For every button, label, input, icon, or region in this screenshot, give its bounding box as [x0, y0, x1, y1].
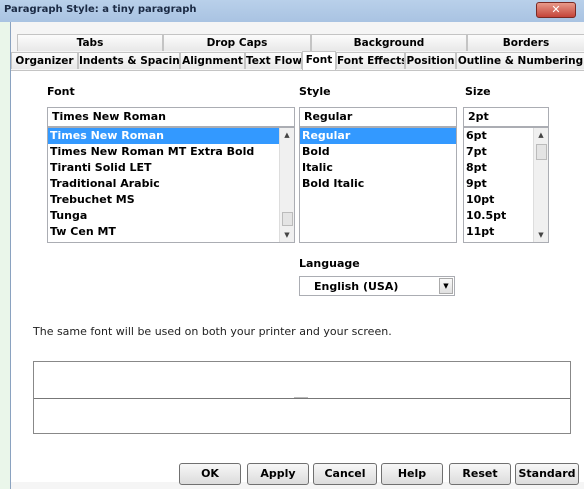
- font-list[interactable]: Times New Roman Times New Roman MT Extra…: [47, 127, 295, 243]
- scroll-thumb[interactable]: [536, 144, 547, 160]
- style-list-item[interactable]: Italic: [300, 160, 456, 176]
- scroll-down-icon[interactable]: ▼: [534, 228, 548, 242]
- style-list[interactable]: Regular Bold Italic Bold Italic: [299, 127, 457, 243]
- font-list-item[interactable]: Times New Roman MT Extra Bold: [48, 144, 294, 160]
- scroll-up-icon[interactable]: ▲: [280, 128, 294, 142]
- language-label: Language: [299, 257, 360, 270]
- style-list-item[interactable]: Regular: [300, 128, 456, 144]
- font-list-item[interactable]: Tiranti Solid LET: [48, 160, 294, 176]
- font-list-item[interactable]: Traditional Arabic: [48, 176, 294, 192]
- font-list-item[interactable]: Tunga: [48, 208, 294, 224]
- font-list-item[interactable]: Times New Roman: [48, 128, 294, 144]
- tab-outline-numbering[interactable]: Outline & Numbering: [456, 52, 584, 69]
- chevron-down-icon[interactable]: ▼: [439, 278, 453, 294]
- paragraph-style-dialog: Paragraph Style: a tiny paragraph ✕ Tabs…: [0, 0, 584, 489]
- scroll-down-icon[interactable]: ▼: [280, 228, 294, 242]
- title-bar: Paragraph Style: a tiny paragraph ✕: [0, 0, 584, 22]
- size-list[interactable]: 6pt 7pt 8pt 9pt 10pt 10.5pt 11pt ▲ ▼: [463, 127, 549, 243]
- preview-text-marker: [294, 397, 308, 398]
- tab-borders[interactable]: Borders: [467, 34, 584, 51]
- standard-button[interactable]: Standard: [515, 463, 579, 485]
- style-input[interactable]: Regular: [299, 107, 457, 127]
- style-list-item[interactable]: Bold Italic: [300, 176, 456, 192]
- preview-baseline: [34, 398, 570, 399]
- font-list-item[interactable]: Tw Cen MT: [48, 224, 294, 240]
- size-list-scrollbar[interactable]: ▲ ▼: [533, 128, 548, 242]
- size-input[interactable]: 2pt: [463, 107, 549, 127]
- tab-indents-spacing[interactable]: Indents & Spacing: [78, 52, 180, 69]
- tab-row-bottom: Organizer Indents & Spacing Alignment Te…: [11, 51, 584, 70]
- language-select[interactable]: English (USA) ▼: [299, 276, 455, 296]
- style-label: Style: [299, 85, 331, 98]
- window-title: Paragraph Style: a tiny paragraph: [4, 4, 197, 15]
- scroll-thumb[interactable]: [282, 212, 293, 226]
- tab-position[interactable]: Position: [405, 52, 456, 69]
- tab-font-effects[interactable]: Font Effects: [336, 52, 405, 69]
- apply-button[interactable]: Apply: [247, 463, 309, 485]
- tab-alignment[interactable]: Alignment: [180, 52, 245, 69]
- font-label: Font: [47, 85, 75, 98]
- tab-drop-caps[interactable]: Drop Caps: [163, 34, 311, 51]
- dialog-body: Tabs Drop Caps Background Borders Organi…: [10, 22, 584, 489]
- cancel-button[interactable]: Cancel: [313, 463, 377, 485]
- size-label: Size: [465, 85, 491, 98]
- style-list-item[interactable]: Bold: [300, 144, 456, 160]
- tab-row-top: Tabs Drop Caps Background Borders: [17, 34, 584, 51]
- font-name-input[interactable]: Times New Roman: [47, 107, 295, 127]
- font-list-item[interactable]: Trebuchet MS: [48, 192, 294, 208]
- close-button[interactable]: ✕: [536, 2, 576, 18]
- tab-organizer[interactable]: Organizer: [11, 52, 78, 69]
- font-preview: [33, 361, 571, 434]
- ok-button[interactable]: OK: [179, 463, 241, 485]
- language-value: English (USA): [314, 280, 399, 293]
- help-button[interactable]: Help: [381, 463, 443, 485]
- font-list-scrollbar[interactable]: ▲ ▼: [279, 128, 294, 242]
- tab-text-flow[interactable]: Text Flow: [245, 52, 302, 69]
- scroll-up-icon[interactable]: ▲: [534, 128, 548, 142]
- tab-font[interactable]: Font: [302, 51, 336, 70]
- font-tab-panel: Font Times New Roman Times New Roman Tim…: [11, 70, 584, 482]
- tab-background[interactable]: Background: [311, 34, 467, 51]
- tab-tabs[interactable]: Tabs: [17, 34, 163, 51]
- font-info-text: The same font will be used on both your …: [33, 325, 392, 338]
- reset-button[interactable]: Reset: [449, 463, 511, 485]
